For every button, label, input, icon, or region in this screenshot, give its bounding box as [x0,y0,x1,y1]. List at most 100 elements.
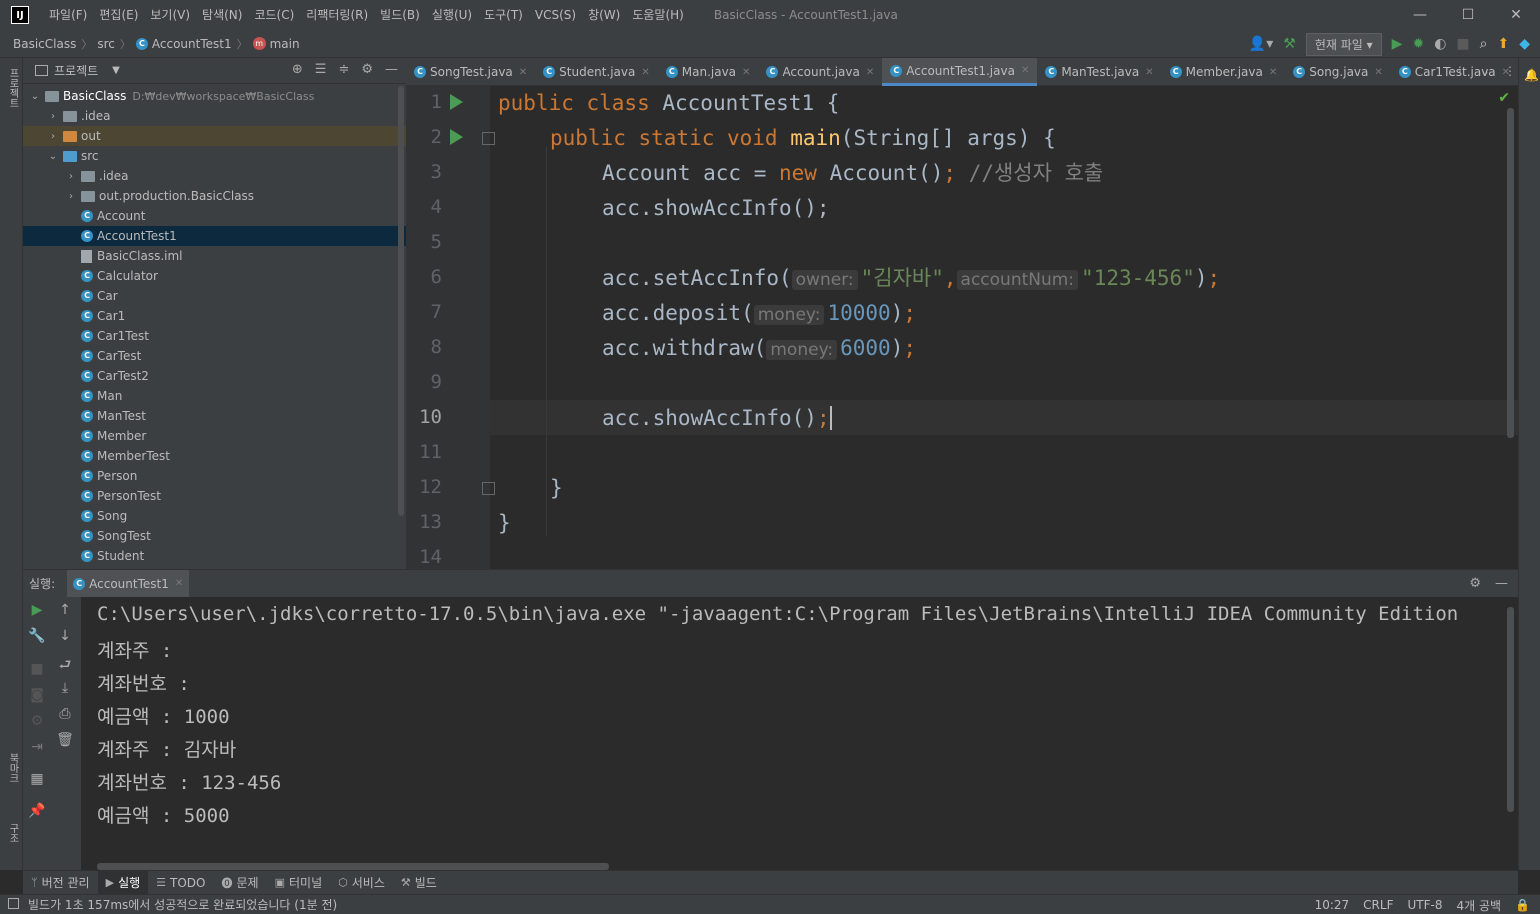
project-tool-button[interactable]: 프로젝트 [5,68,20,108]
code-editor[interactable]: 1 2 3 4 5 6 7 8 9 10 11 12 13 14 public class Account… [406,86,1518,569]
chevron-right-icon[interactable]: › [47,131,59,142]
bottom-tool-button[interactable]: ᛘ 버전 관리 [23,871,98,895]
editor-tab[interactable]: C ManTest.java ✕ [1037,58,1161,86]
menu-refactor[interactable]: 리팩터링(R) [300,0,374,30]
bottom-tool-button[interactable]: ⬡ 서비스 [330,871,393,895]
bottom-tool-button[interactable]: ▣ 터미널 [267,871,331,895]
breadcrumb-class[interactable]: AccountTest1 [152,37,232,51]
stop-icon[interactable]: ■ [27,661,47,677]
tree-item[interactable]: › .idea [23,166,406,186]
tree-item[interactable]: C Car1 [23,306,406,326]
pin-icon[interactable]: 📌 [27,803,47,819]
structure-tool-button[interactable]: 구조 [5,823,20,843]
tree-item[interactable]: C ManTest [23,406,406,426]
editor-tab[interactable]: C AccountTest1.java ✕ [882,58,1038,86]
editor-scrollbar[interactable] [1507,108,1514,438]
run-gutter-icon[interactable] [450,129,463,145]
tree-item[interactable]: C PersonTest [23,486,406,506]
stop-icon[interactable]: ■ [1456,36,1469,52]
editor-tab[interactable]: C Man.java ✕ [658,58,759,86]
soft-wrap-icon[interactable]: ⮐ [55,654,75,678]
editor-tab[interactable]: C SongTest.java ✕ [406,58,535,86]
camera-icon[interactable]: ◙ [27,687,47,703]
close-tab-icon[interactable]: ✕ [866,67,874,78]
menu-tools[interactable]: 도구(T) [478,0,529,30]
debug-icon[interactable]: ✹ [1412,36,1424,52]
chevron-down-icon[interactable]: ⌄ [1480,64,1490,78]
gear-icon[interactable]: ⚙ [361,62,373,77]
chevron-down-icon[interactable]: ⌄ [47,151,59,162]
wrench-icon[interactable]: 🔧 [27,628,47,644]
breadcrumb-src[interactable]: src [97,37,115,51]
hide-icon[interactable]: — [1495,576,1508,591]
caret-position[interactable]: 10:27 [1315,898,1350,912]
line-separator[interactable]: CRLF [1363,898,1393,912]
editor-tab[interactable]: C Student.java ✕ [535,58,658,86]
menu-help[interactable]: 도움말(H) [626,0,690,30]
editor-tab[interactable]: C Member.java ✕ [1162,58,1286,86]
tree-item[interactable]: › out.production.BasicClass [23,186,406,206]
chevron-right-icon[interactable]: › [65,191,77,202]
status-toggle-icon[interactable] [8,898,19,909]
menu-window[interactable]: 창(W) [582,0,626,30]
more-icon[interactable]: ⋮ [1454,64,1466,78]
user-icon[interactable]: 👤▾ [1249,36,1273,52]
chevron-down-icon[interactable]: ⌄ [29,91,41,102]
notifications-icon[interactable]: 🔔 [1524,68,1539,82]
kebab-icon[interactable]: ⋮ [1504,64,1516,78]
tree-item[interactable]: C Person [23,466,406,486]
plugin-icon[interactable]: ◆ [1519,36,1530,52]
tree-item[interactable]: C Car [23,286,406,306]
editor-tab[interactable]: C Account.java ✕ [758,58,882,86]
chevron-right-icon[interactable]: › [65,171,77,182]
tree-scrollbar[interactable] [398,86,404,516]
run-config-select[interactable]: 현재 파일 ▾ [1305,32,1382,56]
arrow-down-icon[interactable]: ↓ [55,628,75,644]
close-tab-icon[interactable]: ✕ [742,67,750,78]
tree-item[interactable]: C Student [23,546,406,566]
tree-item[interactable]: C Car1Test [23,326,406,346]
bottom-tool-button[interactable]: ☰ TODO [148,871,213,895]
trash-icon[interactable]: 🗑 [55,732,75,748]
tree-item[interactable]: C Man [23,386,406,406]
breadcrumb-method[interactable]: main [270,37,300,51]
chevron-down-icon[interactable]: ▼ [112,65,120,76]
menu-view[interactable]: 보기(V) [144,0,196,30]
collapse-all-icon[interactable]: ≑ [338,62,349,77]
close-tab-icon[interactable]: ✕ [1145,67,1153,78]
menu-vcs[interactable]: VCS(S) [529,0,582,30]
tree-item[interactable]: C CarTest [23,346,406,366]
close-tab-icon[interactable]: ✕ [1374,67,1382,78]
locate-icon[interactable]: ⊕ [292,62,303,77]
tree-item[interactable]: C Song [23,506,406,526]
close-tab-icon[interactable]: ✕ [1269,67,1277,78]
bottom-tool-button[interactable]: ⓿ 문제 [214,871,267,895]
hide-icon[interactable]: — [385,62,398,77]
tree-item[interactable]: › .idea [23,106,406,126]
maximize-icon[interactable]: ☐ [1444,0,1492,30]
bottom-tool-button[interactable]: ⚒ 빌드 [393,871,445,895]
build-hammer-icon[interactable]: ⚒ [1283,36,1296,52]
close-tab-icon[interactable]: ✕ [519,67,527,78]
project-panel-title[interactable]: 프로젝트 [54,62,98,79]
exit-icon[interactable]: ⇥ [27,739,47,755]
tree-item[interactable]: C AccountTest1 [23,226,406,246]
tree-item[interactable]: C MemberTest [23,446,406,466]
file-encoding[interactable]: UTF-8 [1407,898,1442,912]
coverage-icon[interactable]: ◐ [1434,36,1446,52]
tree-item[interactable]: C CarTest2 [23,366,406,386]
tree-item[interactable]: C Account [23,206,406,226]
menu-code[interactable]: 코드(C) [248,0,300,30]
close-tab-icon[interactable]: ✕ [1021,65,1029,76]
chevron-right-icon[interactable]: › [47,111,59,122]
tree-item[interactable]: ⌄ src [23,146,406,166]
minimize-icon[interactable]: — [1396,0,1444,30]
bookmarks-tool-button[interactable]: 북마크 [5,753,20,783]
bottom-tool-button[interactable]: ▶ 실행 [97,870,149,895]
layout-icon[interactable]: ▦ [27,771,47,787]
run-console[interactable]: C:\Users\user\.jdks\corretto-17.0.5\bin\… [81,597,1518,870]
close-tab-icon[interactable]: ✕ [641,67,649,78]
run-icon[interactable]: ▶ [1392,36,1403,52]
fold-marker-icon[interactable] [482,482,495,495]
expand-all-icon[interactable]: ☰ [315,62,327,77]
